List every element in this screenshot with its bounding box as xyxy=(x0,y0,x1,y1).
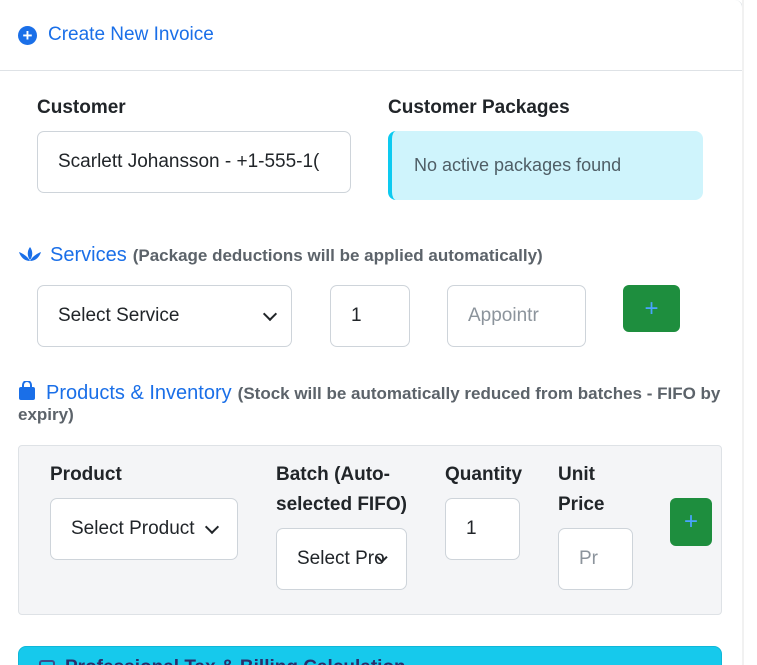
billing-calculation-toggle[interactable]: Professional Tax & Billing Calculation xyxy=(18,646,722,665)
checkbox-icon xyxy=(39,660,55,665)
price-column-label-line1: Unit xyxy=(558,464,595,485)
packages-info-alert: No active packages found xyxy=(388,131,703,200)
service-select[interactable]: Select Service xyxy=(37,285,292,347)
packages-message: No active packages found xyxy=(414,155,622,175)
plus-circle-icon: + xyxy=(18,25,37,45)
appointment-input[interactable]: Appointr xyxy=(447,285,586,347)
batch-column-label-line2: selected FIFO) xyxy=(276,494,407,515)
card-header: + Create New Invoice xyxy=(0,0,742,71)
customer-select-value: Scarlett Johansson - +1-555-1( xyxy=(58,151,320,172)
chevron-down-icon xyxy=(262,306,278,322)
quantity-column-label: Quantity xyxy=(445,464,523,485)
customer-select[interactable]: Scarlett Johansson - +1-555-1( xyxy=(37,131,351,193)
unit-price-input[interactable]: Pr xyxy=(558,528,633,590)
product-column-label: Product xyxy=(50,464,122,485)
service-select-value: Select Service xyxy=(58,305,180,326)
product-quantity-input[interactable]: 1 xyxy=(445,498,520,560)
services-note: (Package deductions will be applied auto… xyxy=(132,246,543,265)
billing-title: Professional Tax & Billing Calculation xyxy=(65,657,406,665)
products-heading: Products & Inventory (Stock will be auto… xyxy=(18,379,720,405)
unit-price-placeholder: Pr xyxy=(579,548,598,569)
add-product-button[interactable]: + xyxy=(670,498,712,546)
plus-icon: + xyxy=(644,294,659,322)
appointment-placeholder: Appointr xyxy=(468,305,539,326)
customer-label: Customer xyxy=(37,97,126,118)
service-quantity-value: 1 xyxy=(351,305,362,326)
services-heading: Services (Package deductions will be app… xyxy=(18,243,543,267)
batch-select[interactable]: Select Pro xyxy=(276,528,407,590)
service-quantity-input[interactable]: 1 xyxy=(330,285,410,347)
plus-icon: + xyxy=(683,508,698,535)
services-title: Services xyxy=(50,244,127,266)
products-note: (Stock will be automatically reduced fro… xyxy=(237,384,721,403)
page-title: Create New Invoice xyxy=(48,24,214,45)
lotus-icon xyxy=(18,246,42,266)
batch-column-label-line1: Batch (Auto- xyxy=(276,464,390,485)
add-service-button[interactable]: + xyxy=(623,285,680,332)
price-column-label-line2: Price xyxy=(558,494,605,515)
product-quantity-value: 1 xyxy=(466,518,477,539)
batch-select-value: Select Pro xyxy=(297,548,385,569)
chevron-down-icon xyxy=(204,519,220,535)
product-select[interactable]: Select Product xyxy=(50,498,238,560)
product-select-value: Select Product xyxy=(71,518,195,539)
customer-packages-label: Customer Packages xyxy=(388,97,570,118)
products-note-continued: expiry) xyxy=(18,405,74,424)
shopping-bag-icon xyxy=(18,380,38,401)
products-title: Products & Inventory xyxy=(46,382,232,404)
